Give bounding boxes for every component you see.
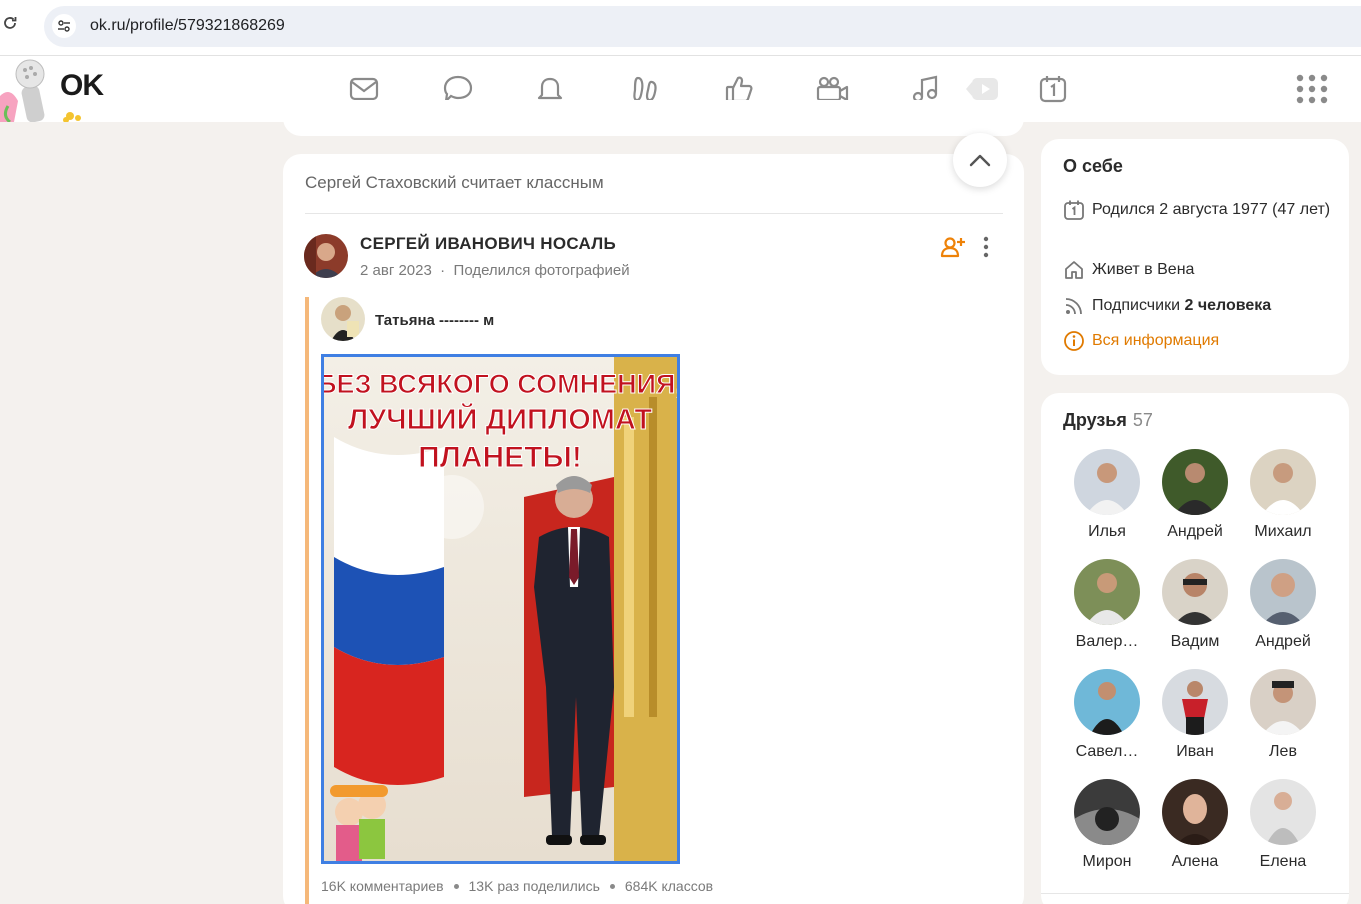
friend-name: Валер… bbox=[1075, 633, 1139, 650]
comments-count[interactable]: 16K комментариев bbox=[321, 878, 444, 894]
friend-item[interactable]: Илья bbox=[1067, 449, 1147, 541]
friend-name: Мирон bbox=[1082, 853, 1132, 870]
feed-activity-heading[interactable]: Сергей Стаховский считает классным bbox=[305, 173, 604, 193]
photo-caption-line-2: ЛУЧШИЙ ДИПЛОМАТ bbox=[348, 402, 653, 436]
friend-avatar bbox=[1250, 779, 1316, 845]
friend-item[interactable]: Лев bbox=[1243, 669, 1323, 761]
reshared-author-name[interactable]: Татьяна -------- м bbox=[375, 312, 494, 329]
friend-item[interactable]: Михаил bbox=[1243, 449, 1323, 541]
apps-grid-icon[interactable] bbox=[1292, 71, 1332, 107]
post-stats: 16K комментариев 13K раз поделились 684K… bbox=[321, 878, 713, 894]
author-avatar[interactable] bbox=[304, 234, 348, 278]
calendar-icon[interactable] bbox=[1033, 69, 1073, 109]
friend-avatar bbox=[1074, 449, 1140, 515]
followers-count: 2 человека bbox=[1184, 297, 1272, 314]
friend-item[interactable]: Мирон bbox=[1067, 779, 1147, 871]
friend-item[interactable]: Елена bbox=[1243, 779, 1323, 871]
post-date[interactable]: 2 авг 2023 bbox=[360, 262, 432, 279]
more-options-icon[interactable] bbox=[977, 234, 995, 260]
ok-logo-text: OK bbox=[60, 69, 104, 102]
friend-avatar bbox=[1074, 779, 1140, 845]
friend-name: Вадим bbox=[1170, 633, 1220, 650]
friend-name: Илья bbox=[1088, 523, 1126, 540]
scroll-to-top-button[interactable] bbox=[953, 133, 1007, 187]
friend-name: Алена bbox=[1171, 853, 1219, 870]
friend-avatar bbox=[1074, 669, 1140, 735]
browser-toolbar: ok.ru/profile/579321868269 bbox=[0, 0, 1361, 56]
add-friend-icon[interactable] bbox=[940, 234, 966, 260]
friend-item[interactable]: Вадим bbox=[1155, 559, 1235, 651]
friend-name: Михаил bbox=[1254, 523, 1312, 540]
friend-avatar bbox=[1074, 559, 1140, 625]
meta-separator: · bbox=[436, 262, 450, 279]
shares-count[interactable]: 13K раз поделились bbox=[469, 878, 600, 894]
calendar-icon bbox=[1063, 199, 1085, 221]
ok-logo[interactable]: OK bbox=[0, 56, 120, 124]
feed-post-card: Сергей Стаховский считает классным СЕРГЕ… bbox=[283, 154, 1024, 904]
friend-avatar bbox=[1250, 669, 1316, 735]
friend-item[interactable]: Иван bbox=[1155, 669, 1235, 761]
friend-name: Андрей bbox=[1255, 633, 1311, 650]
friend-name: Савел… bbox=[1075, 743, 1139, 760]
friend-avatar bbox=[1162, 449, 1228, 515]
friend-name: Иван bbox=[1176, 743, 1214, 760]
friend-avatar bbox=[1250, 559, 1316, 625]
stats-separator bbox=[609, 883, 615, 889]
friend-name: Лев bbox=[1269, 743, 1297, 760]
stats-separator bbox=[453, 883, 459, 889]
photo-caption-line-3: ПЛАНЕТЫ! bbox=[418, 441, 582, 474]
location-text: Живет в Вена bbox=[1092, 261, 1195, 278]
all-info-link[interactable]: Вся информация bbox=[1063, 328, 1333, 353]
friend-item[interactable]: Андрей bbox=[1155, 449, 1235, 541]
chevron-up-icon bbox=[969, 154, 991, 167]
friend-item[interactable]: Алена bbox=[1155, 779, 1235, 871]
about-card: О себе Родился 2 августа 1977 (47 лет) Ж… bbox=[1041, 139, 1349, 375]
post-meta: 2 авг 2023 · Поделился фотографией bbox=[360, 262, 630, 279]
friends-heading[interactable]: Друзья 57 bbox=[1063, 410, 1153, 431]
reshared-author-avatar[interactable] bbox=[321, 297, 365, 341]
about-title: О себе bbox=[1063, 156, 1123, 176]
home-icon bbox=[1063, 259, 1085, 281]
reshare-indicator-line bbox=[305, 297, 309, 904]
birth-row: Родился 2 августа 1977 (47 лет) bbox=[1063, 197, 1333, 247]
birth-text: Родился 2 августа 1977 (47 лет) bbox=[1092, 201, 1331, 218]
info-icon bbox=[1063, 330, 1085, 352]
friends-title: Друзья bbox=[1063, 410, 1127, 430]
location-row: Живет в Вена bbox=[1063, 257, 1333, 282]
followers-row[interactable]: Подписчики 2 человека bbox=[1063, 293, 1333, 318]
post-action: Поделился фотографией bbox=[453, 262, 630, 279]
site-info-icon[interactable] bbox=[52, 14, 76, 38]
friend-name: Елена bbox=[1259, 853, 1307, 870]
photo-caption-line-1: БЕЗ ВСЯКОГО СОМНЕНИЯ, bbox=[324, 369, 677, 399]
friend-avatar bbox=[1250, 449, 1316, 515]
friend-item[interactable]: Валер… bbox=[1067, 559, 1147, 651]
friend-name: Андрей bbox=[1167, 523, 1223, 540]
post-author-name[interactable]: СЕРГЕЙ ИВАНОВИЧ НОСАЛЬ bbox=[360, 234, 616, 254]
divider bbox=[305, 213, 1003, 214]
likes-count[interactable]: 684K классов bbox=[625, 878, 713, 894]
divider bbox=[1041, 893, 1349, 894]
previous-post-card bbox=[283, 100, 1024, 136]
followers-text: Подписчики 2 человека bbox=[1092, 293, 1332, 318]
followers-label: Подписчики bbox=[1092, 297, 1181, 314]
friend-avatar bbox=[1162, 779, 1228, 845]
address-bar[interactable]: ok.ru/profile/579321868269 bbox=[44, 6, 1361, 47]
url-text[interactable]: ok.ru/profile/579321868269 bbox=[90, 17, 285, 35]
post-photo[interactable]: БЕЗ ВСЯКОГО СОМНЕНИЯ, ЛУЧШИЙ ДИПЛОМАТ ПЛ… bbox=[321, 354, 680, 864]
reload-icon[interactable] bbox=[2, 14, 20, 36]
friend-item[interactable]: Савел… bbox=[1067, 669, 1147, 761]
friends-card: Друзья 57 Илья Андрей Михаил Валер… Вадим… bbox=[1041, 393, 1349, 904]
rss-icon bbox=[1063, 295, 1085, 317]
all-info-text[interactable]: Вся информация bbox=[1092, 328, 1332, 353]
friend-item[interactable]: Андрей bbox=[1243, 559, 1323, 651]
friends-count: 57 bbox=[1132, 410, 1153, 430]
friend-avatar bbox=[1162, 669, 1228, 735]
friend-avatar bbox=[1162, 559, 1228, 625]
